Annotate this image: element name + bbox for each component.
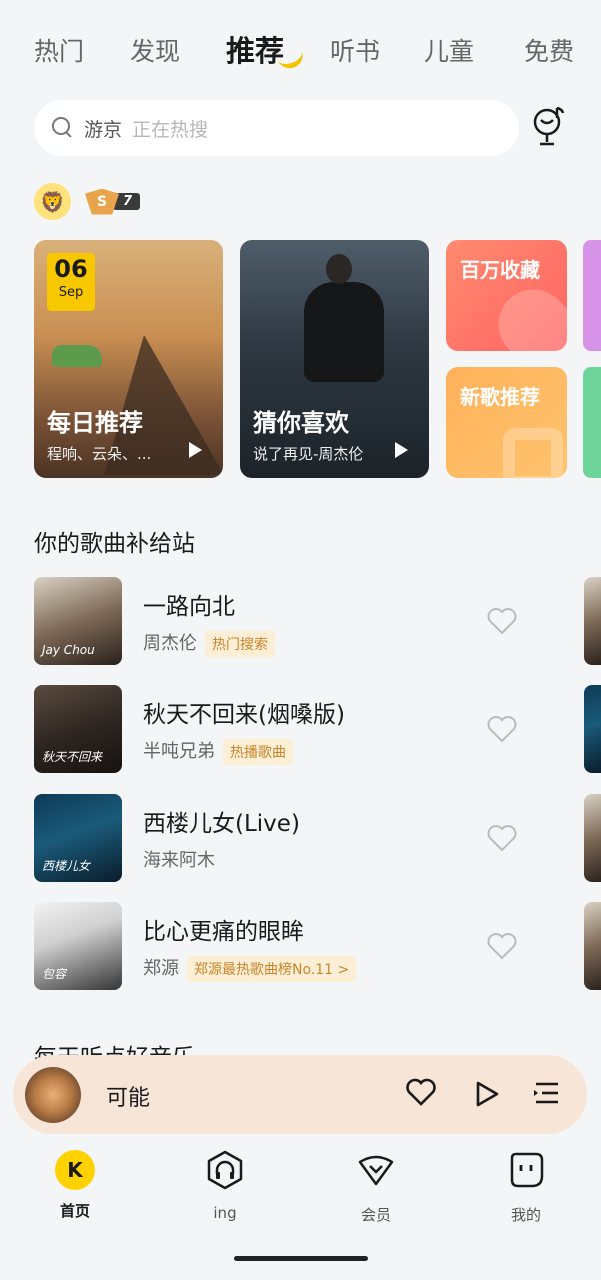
date-badge: 06 Sep xyxy=(47,253,95,311)
heart-shape-icon xyxy=(483,274,567,351)
nav-label: 首页 xyxy=(59,1202,90,1220)
date-month: Sep xyxy=(58,285,84,300)
card-subtitle: 程响、云朵、... xyxy=(47,445,152,463)
heart-icon[interactable] xyxy=(405,1077,437,1107)
song-artist: 郑源 xyxy=(143,958,179,979)
song-artist-line: 半吨兄弟 热播歌曲 xyxy=(143,737,293,765)
nav-label: 会员 xyxy=(360,1206,391,1224)
song-cover: 西楼儿女 xyxy=(34,794,122,882)
guess-you-like-card[interactable]: 猜你喜欢 说了再见-周杰伦 xyxy=(240,240,429,478)
song-cover: 包容 xyxy=(34,902,122,990)
song-row[interactable]: 西楼儿女 西楼儿女(Live) 海来阿木 xyxy=(34,794,574,882)
tab-discover[interactable]: 发现 xyxy=(130,32,180,68)
nav-label: 我的 xyxy=(510,1206,541,1224)
mini-player[interactable]: 可能 xyxy=(13,1055,587,1134)
daily-recommend-card[interactable]: 06 Sep 每日推荐 程响、云朵、... xyxy=(34,240,223,478)
million-favorites-card[interactable]: 百万收藏 xyxy=(446,240,567,351)
vip-heart-icon xyxy=(358,1155,394,1186)
card-title: 猜你喜欢 xyxy=(253,409,349,437)
partial-song-cover[interactable] xyxy=(584,685,601,773)
song-artist: 周杰伦 xyxy=(143,633,197,654)
song-artist: 半吨兄弟 xyxy=(143,741,215,762)
cover-art-person xyxy=(304,282,384,382)
new-songs-card[interactable]: 新歌推荐 xyxy=(446,367,567,478)
play-icon[interactable] xyxy=(189,442,202,458)
level-letter: S xyxy=(85,188,119,215)
cover-art-car xyxy=(52,345,102,367)
play-icon[interactable] xyxy=(395,442,408,458)
headphone-icon xyxy=(207,1150,243,1190)
partial-card-green[interactable] xyxy=(583,367,601,478)
card-title: 百万收藏 xyxy=(460,258,540,282)
tab-free[interactable]: 免费 xyxy=(524,32,574,68)
song-title: 一路向北 xyxy=(143,594,235,620)
song-artist-line: 郑源 郑源最热歌曲榜No.11 > xyxy=(143,954,357,982)
song-tag: 热播歌曲 xyxy=(223,739,293,765)
song-cover: Jay Chou xyxy=(34,577,122,665)
card-title: 每日推荐 xyxy=(47,409,143,437)
tab-audiobook[interactable]: 听书 xyxy=(330,32,380,68)
date-day: 06 xyxy=(54,255,88,283)
cover-text: Jay Chou xyxy=(42,643,95,657)
song-title: 秋天不回来(烟嗓版) xyxy=(143,702,345,728)
search-hint: 正在热搜 xyxy=(132,118,209,141)
song-cover: 秋天不回来 xyxy=(34,685,122,773)
tab-kids[interactable]: 儿童 xyxy=(424,32,474,68)
profile-face-icon xyxy=(510,1152,544,1188)
song-tag-link[interactable]: 郑源最热歌曲榜No.11 > xyxy=(187,956,357,982)
section-title: 你的歌曲补给站 xyxy=(34,531,195,557)
partial-song-cover[interactable] xyxy=(584,794,601,882)
partial-card-purple[interactable] xyxy=(583,240,601,351)
search-keyword: 游京 xyxy=(84,118,123,141)
user-badges: 🦁 S 7 xyxy=(34,183,141,220)
song-title: 比心更痛的眼眸 xyxy=(143,919,304,945)
cover-art-person-head xyxy=(326,254,352,284)
search-icon xyxy=(52,117,74,139)
bottom-nav: K 首页 ing 会员 我的 xyxy=(0,1140,601,1240)
song-title: 西楼儿女(Live) xyxy=(143,811,300,837)
playlist-icon[interactable] xyxy=(532,1080,560,1106)
heart-icon[interactable] xyxy=(486,714,518,744)
player-title: 可能 xyxy=(106,1086,151,1111)
partial-song-cover[interactable] xyxy=(584,577,601,665)
nav-item-home[interactable]: K 首页 xyxy=(35,1150,115,1221)
cover-text: 西楼儿女 xyxy=(42,859,91,873)
card-title: 新歌推荐 xyxy=(460,385,540,409)
nav-item-ing[interactable]: ing xyxy=(185,1150,265,1222)
tab-recommend[interactable]: 推荐 xyxy=(226,28,284,70)
song-artist-line: 海来阿木 xyxy=(143,846,215,872)
mascot-avatar-icon[interactable]: 🦁 xyxy=(34,183,71,220)
song-artist: 海来阿木 xyxy=(143,850,215,871)
nav-item-mine[interactable]: 我的 xyxy=(486,1150,566,1225)
song-row[interactable]: Jay Chou 一路向北 周杰伦 热门搜索 xyxy=(34,577,574,665)
song-artist-line: 周杰伦 热门搜索 xyxy=(143,629,275,657)
song-row[interactable]: 秋天不回来 秋天不回来(烟嗓版) 半吨兄弟 热播歌曲 xyxy=(34,685,574,773)
tab-hot[interactable]: 热门 xyxy=(34,32,84,68)
cover-text: 秋天不回来 xyxy=(42,750,103,764)
song-row[interactable]: 包容 比心更痛的眼眸 郑源 郑源最热歌曲榜No.11 > xyxy=(34,902,574,990)
heart-icon[interactable] xyxy=(486,823,518,853)
level-badge[interactable]: S 7 xyxy=(85,188,141,215)
nav-item-vip[interactable]: 会员 xyxy=(336,1150,416,1225)
voice-search-icon[interactable] xyxy=(529,104,569,148)
player-cover[interactable] xyxy=(25,1067,81,1123)
nav-label: ing xyxy=(213,1204,237,1222)
card-subtitle: 说了再见-周杰伦 xyxy=(253,445,364,463)
cover-text: 包容 xyxy=(42,967,67,981)
play-icon[interactable] xyxy=(473,1079,501,1109)
partial-song-cover[interactable] xyxy=(584,902,601,990)
k-logo-icon: K xyxy=(55,1150,95,1190)
song-tag: 热门搜索 xyxy=(205,631,275,657)
music-note-icon xyxy=(503,428,563,478)
heart-icon[interactable] xyxy=(486,931,518,961)
home-indicator[interactable] xyxy=(234,1256,368,1261)
search-bar[interactable]: 游京 正在热搜 xyxy=(34,100,519,156)
heart-icon[interactable] xyxy=(486,606,518,636)
